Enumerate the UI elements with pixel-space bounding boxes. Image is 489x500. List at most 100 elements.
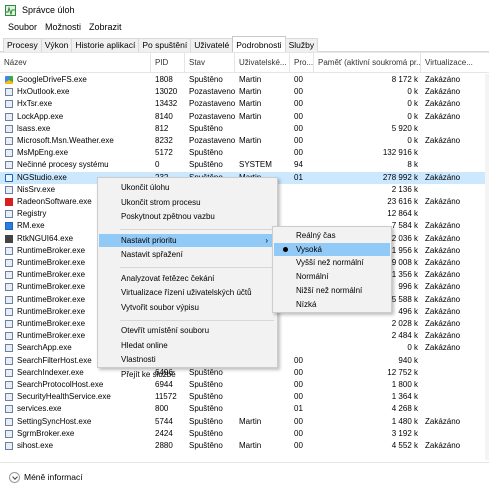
process-virtualization [425, 379, 489, 391]
footer: Méně informací [0, 462, 489, 500]
process-user: SYSTEM [239, 160, 272, 170]
menu-item-4[interactable]: Nižší než normální [274, 284, 390, 297]
process-status: Spuštěno [189, 428, 223, 438]
menu-item-0[interactable]: Reálný čas [274, 229, 390, 242]
tab-4[interactable]: Uživatelé [190, 38, 234, 52]
menu-file[interactable]: Soubor [4, 22, 41, 32]
tab-bar: Procesy Výkon Historie aplikací Po spuštění… [0, 36, 489, 52]
column-header-status[interactable]: Stav [185, 53, 235, 73]
table-row[interactable]: SettingSyncHost.exe 5744 Spuštěno Martin 00 1… [0, 416, 489, 428]
app-icon [5, 429, 13, 438]
menu-item-12[interactable]: Hledat online [99, 339, 276, 352]
column-header-memory[interactable]: Paměť (aktivní soukromá pr... [314, 53, 421, 73]
process-name: Nečinné procesy systému [3, 159, 151, 171]
rm-icon [5, 222, 13, 231]
menu-view[interactable]: Zobrazit [85, 22, 126, 32]
table-row[interactable]: SecurityHealthService.exe 11572 Spuštěno 00… [0, 391, 489, 403]
app-icon [5, 149, 13, 158]
menu-item-3[interactable]: Normální [274, 270, 390, 283]
process-name-text: RuntimeBroker.exe [17, 331, 86, 341]
table-row[interactable]: Microsoft.Msn.Weather.exe 8232 Pozastaveno… [0, 135, 489, 147]
table-row[interactable]: SgrmBroker.exe 2424 Spuštěno 00 3 192 k [0, 428, 489, 440]
app-icon [5, 393, 13, 402]
process-name: SecurityHealthService.exe [3, 391, 151, 403]
process-virtualization [425, 355, 489, 367]
process-name-text: RuntimeBroker.exe [17, 319, 86, 328]
process-pid: 1808 [155, 75, 173, 84]
menu-item-label: Ukončit strom procesu [121, 197, 201, 207]
process-virtualization: Zakázáno [425, 136, 461, 145]
menu-item-label: Vytvořit soubor výpisu [121, 302, 199, 312]
process-virtualization: Zakázáno [425, 221, 461, 231]
tab-1[interactable]: Výkon [40, 38, 73, 52]
table-row[interactable]: HxOutlook.exe 13020 Pozastaveno Martin 00 0 k… [0, 86, 489, 98]
table-row[interactable]: Nečinné procesy systému 0 Spuštěno SYSTEM 94… [0, 159, 489, 171]
menu-item-5[interactable]: Nastavit spřažení [99, 248, 276, 261]
process-virtualization: Zakázáno [425, 319, 461, 328]
process-name-text: HxTsr.exe [17, 99, 53, 109]
table-row[interactable]: MsMpEng.exe 5172 Spuštěno 00 132 916 k [0, 147, 489, 159]
process-status: Spuštěno [189, 160, 223, 170]
process-cpu: 00 [294, 441, 303, 450]
menu-item-9[interactable]: Vytvořit soubor výpisu [99, 301, 276, 314]
app-icon [5, 356, 13, 365]
process-name-text: RM.exe [17, 221, 45, 231]
menu-item-1[interactable]: Vysoká [274, 242, 390, 256]
process-memory: 940 k [398, 355, 418, 365]
process-name-text: RuntimeBroker.exe [17, 245, 86, 255]
app-icon [5, 295, 13, 304]
process-status: Spuštěno [189, 380, 223, 389]
table-row[interactable]: services.exe 800 Spuštěno 01 4 268 k [0, 403, 489, 415]
app-icon [5, 417, 13, 426]
menu-separator [120, 267, 274, 268]
window-title: Správce úloh [22, 5, 75, 15]
tab-2[interactable]: Historie aplikací [71, 38, 140, 52]
process-virtualization [425, 159, 489, 171]
tab-3[interactable]: Po spuštění [138, 38, 192, 52]
vertical-scrollbar[interactable] [485, 74, 489, 460]
menu-item-14[interactable]: Přejít ke službě [99, 368, 276, 381]
menu-item-label: Otevřít umístění souboru [121, 326, 210, 335]
menu-item-11[interactable]: Otevřít umístění souboru [99, 324, 276, 337]
table-row[interactable]: LockApp.exe 8140 Pozastaveno Martin 00 0 k Zak… [0, 111, 489, 123]
process-status: Spuštěno [189, 123, 223, 133]
process-cpu: 00 [294, 87, 303, 97]
menu-item-8[interactable]: Virtualizace řízení uživatelských účtů [99, 286, 276, 299]
process-user [239, 403, 289, 415]
menu-item-13[interactable]: Vlastnosti [99, 353, 276, 366]
column-header-cpu[interactable]: Pro... [290, 53, 314, 73]
column-header-user[interactable]: Uživatelské... [235, 53, 290, 73]
process-pid: 800 [155, 404, 169, 414]
table-row[interactable]: HxTsr.exe 13432 Pozastaveno Martin 00 0 k Zaká… [0, 98, 489, 110]
process-virtualization: Zakázáno [425, 111, 461, 121]
table-row[interactable]: GoogleDriveFS.exe 1808 Spuštěno Martin 00 8 1… [0, 74, 489, 86]
menu-item-7[interactable]: Analyzovat řetězec čekání [99, 272, 276, 285]
process-name: HxOutlook.exe [3, 86, 151, 98]
tab-6[interactable]: Služby [284, 38, 319, 52]
menu-options[interactable]: Možnosti [41, 22, 85, 32]
column-header-pid[interactable]: PID [151, 53, 185, 73]
process-name: LockApp.exe [3, 111, 151, 123]
table-row[interactable]: SearchProtocolHost.exe 6944 Spuštěno 00 1 80… [0, 379, 489, 391]
process-virtualization [425, 367, 489, 379]
menu-item-4[interactable]: Nastavit prioritu › [99, 233, 276, 247]
menu-item-5[interactable]: Nízká [274, 298, 390, 311]
menu-item-2[interactable]: Vyšší než normální [274, 256, 390, 269]
menu-item-1[interactable]: Ukončit strom procesu [99, 196, 276, 209]
process-virtualization: Zakázáno [425, 270, 461, 280]
process-name-text: RuntimeBroker.exe [17, 294, 86, 304]
tab-5[interactable]: Podrobnosti [232, 36, 286, 52]
menu-item-2[interactable]: Poskytnout zpětnou vazbu [99, 210, 276, 223]
column-header-name[interactable]: Název [0, 53, 151, 73]
process-name-text: RadeonSoftware.exe [17, 197, 92, 206]
tab-0[interactable]: Procesy [3, 38, 42, 52]
process-virtualization: Zakázáno [425, 233, 461, 243]
table-row[interactable]: lsass.exe 812 Spuštěno 00 5 920 k [0, 123, 489, 135]
table-row[interactable]: sihost.exe 2880 Spuštěno Martin 00 4 552 k Zak… [0, 440, 489, 452]
chevron-up-icon[interactable] [9, 472, 20, 483]
column-header-virtualization[interactable]: Virtualizace... [421, 53, 489, 73]
menu-item-label: Nízká [296, 299, 317, 309]
app-icon [5, 405, 13, 414]
menu-item-0[interactable]: Ukončit úlohu [99, 181, 276, 194]
fewer-details-link[interactable]: Méně informací [24, 472, 83, 482]
